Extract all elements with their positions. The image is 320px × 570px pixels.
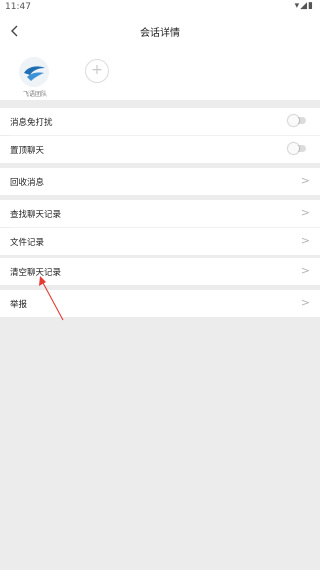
search-history-row[interactable]: 查找聊天记录 > (0, 200, 320, 227)
chevron-right-icon: > (300, 206, 310, 219)
page-title: 会话详情 (140, 28, 180, 39)
mute-row[interactable]: 消息免打扰 (0, 108, 320, 135)
search-history-label: 查找聊天记录 (10, 210, 62, 220)
mute-label: 消息免打扰 (10, 118, 53, 128)
member-section: 飞语团队 (0, 48, 320, 100)
pin-label: 置顶聊天 (10, 146, 45, 156)
plus-icon: + (91, 62, 103, 78)
file-records-row[interactable]: 文件记录 > (0, 228, 320, 255)
status-bar: 11:47 ▾◢▮ (0, 0, 320, 14)
add-member-button[interactable]: + (85, 59, 109, 83)
status-time: 11:47 (5, 2, 31, 12)
report-label: 举报 (10, 300, 28, 310)
status-icons: ▾◢▮ (294, 1, 314, 11)
recall-label: 回收消息 (10, 178, 45, 188)
mute-toggle[interactable] (288, 115, 306, 126)
chevron-right-icon: > (300, 296, 310, 309)
file-records-label: 文件记录 (10, 238, 45, 248)
chevron-right-icon: > (300, 264, 310, 277)
recall-row[interactable]: 回收消息 > (0, 168, 320, 195)
clear-history-label: 清空聊天记录 (10, 268, 62, 278)
swoosh-logo-icon (19, 57, 49, 87)
report-row[interactable]: 举报 > (0, 290, 320, 317)
member-avatar[interactable] (19, 57, 49, 87)
toggle-knob (288, 115, 299, 126)
nav-bar: 会话详情 (0, 14, 320, 48)
pin-toggle[interactable] (288, 143, 306, 154)
pin-row[interactable]: 置顶聊天 (0, 136, 320, 163)
clear-history-row[interactable]: 清空聊天记录 > (0, 258, 320, 285)
toggle-knob (288, 143, 299, 154)
chevron-right-icon: > (300, 174, 310, 187)
chevron-right-icon: > (300, 234, 310, 247)
member-name: 飞语团队 (22, 91, 47, 98)
